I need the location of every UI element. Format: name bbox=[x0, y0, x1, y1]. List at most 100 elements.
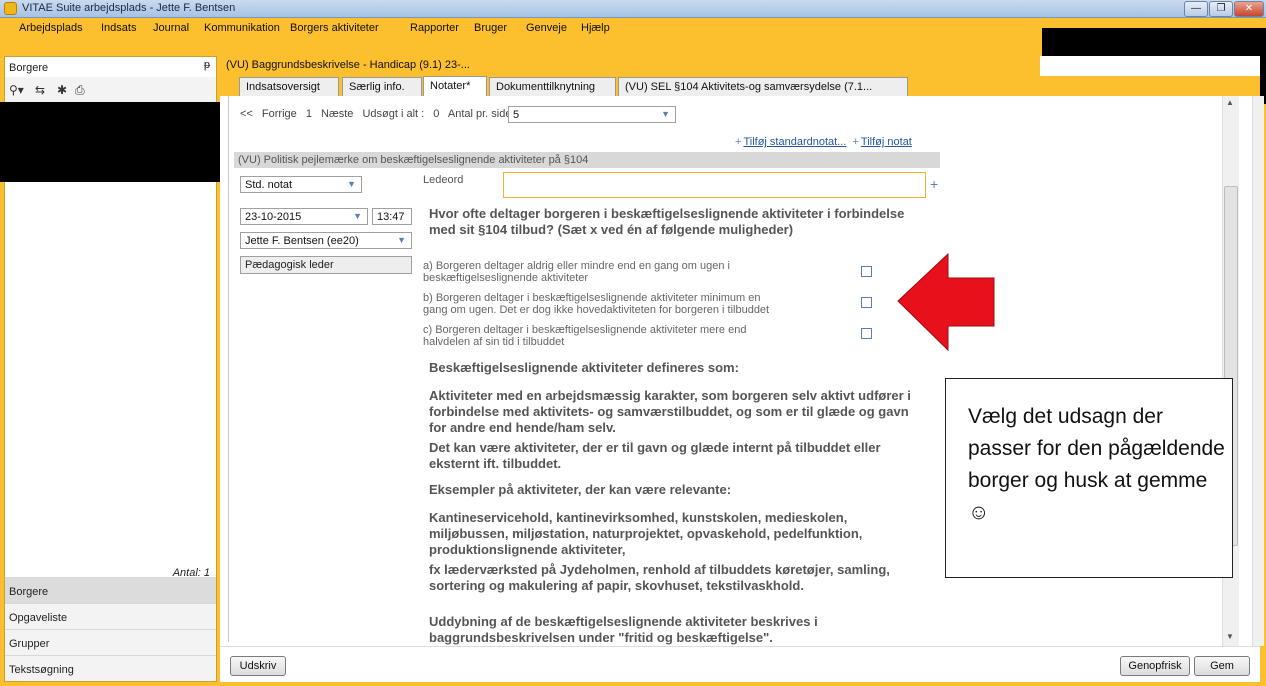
pager-udsogt-label: Udsøgt i alt : bbox=[362, 108, 425, 120]
internal-external-text: Det kan være aktiviteter, der er til gav… bbox=[429, 440, 881, 471]
ledeord-input[interactable] bbox=[503, 172, 926, 198]
window-title: VITAE Suite arbejdsplads - Jette F. Bent… bbox=[22, 2, 236, 14]
add-note-links: + Tilføj standardnotat... + Tilføj notat bbox=[735, 136, 912, 148]
left-panel-title: Borgere bbox=[9, 62, 49, 74]
pager-page: 1 bbox=[305, 108, 312, 120]
examples-heading: Eksempler på aktiviteter, der kan være r… bbox=[429, 482, 732, 497]
note-type-select[interactable]: Std. notat ▼ bbox=[240, 176, 362, 193]
menu-arbejdsplads[interactable]: Arbejdsplads bbox=[19, 22, 83, 34]
menu-indsats[interactable]: Indsats bbox=[101, 22, 136, 34]
date-picker[interactable]: 23-10-2015 ▼ bbox=[240, 208, 368, 225]
add-standard-note-link[interactable]: Tilføj standardnotat... bbox=[743, 136, 846, 148]
author-select[interactable]: Jette F. Bentsen (ee20) ▼ bbox=[240, 232, 412, 249]
add-note-link[interactable]: Tilføj notat bbox=[861, 136, 912, 148]
pin-tool-icon[interactable]: ✱ bbox=[57, 83, 67, 97]
plus-icon: + bbox=[735, 136, 742, 148]
refresh-button[interactable]: Genopfrisk bbox=[1120, 656, 1190, 676]
left-panel-toolbar: ⚲▾ ⇆ ✱ ⎙ bbox=[5, 77, 216, 103]
note-type-value: Std. notat bbox=[245, 179, 293, 191]
restore-button[interactable]: ❐ bbox=[1209, 1, 1233, 17]
option-c-line1: c) Borgeren deltager i beskæftigelseslig… bbox=[423, 324, 747, 336]
option-b-line1: b) Borgeren deltager i beskæftigelseslig… bbox=[423, 292, 761, 304]
tab-saerlig-info[interactable]: Særlig info. bbox=[342, 77, 422, 96]
definition-heading: Beskæftigelseslignende aktiviteter defin… bbox=[429, 360, 739, 375]
left-panel-header: Borgere ᵽ bbox=[5, 57, 216, 77]
note-section-header: (VU) Politisk pejlemærke om beskæftigels… bbox=[234, 152, 940, 168]
time-field[interactable]: 13:47 bbox=[372, 208, 412, 225]
menu-hjaelp[interactable]: Hjælp bbox=[581, 22, 610, 34]
pager-antal-label: Antal pr. side bbox=[447, 108, 512, 120]
document-title: (VU) Baggrundsbeskrivelse - Handicap (9.… bbox=[226, 59, 470, 71]
pager: << Forrige 1 Næste Udsøgt i alt : 0 Anta… bbox=[240, 108, 517, 120]
menu-bruger[interactable]: Bruger bbox=[474, 22, 507, 34]
definition-text: Aktiviteter med en arbejdsmæssig karakte… bbox=[429, 388, 911, 435]
menu-genveje[interactable]: Genveje bbox=[526, 22, 567, 34]
examples-list-cont: fx læderværksted på Jydeholmen, renhold … bbox=[429, 562, 890, 593]
ledeord-label: Ledeord bbox=[423, 174, 464, 186]
outer-scrollbar[interactable] bbox=[1252, 96, 1264, 646]
option-c-checkbox[interactable] bbox=[861, 328, 872, 339]
chevron-down-icon: ▼ bbox=[661, 109, 670, 119]
menu-bar: Arbejdsplads Indsats Journal Kommunikati… bbox=[0, 18, 1040, 38]
note-question: Hvor ofte deltager borgeren i beskæftige… bbox=[429, 206, 905, 237]
plus-icon: + bbox=[852, 136, 859, 148]
nav-grupper[interactable]: Grupper bbox=[5, 629, 216, 655]
save-button[interactable]: Gem bbox=[1194, 656, 1250, 676]
tab-dokumenttilknytning[interactable]: Dokumenttilknytning bbox=[489, 77, 616, 96]
option-a-line1: a) Borgeren deltager aldrig eller mindre… bbox=[423, 260, 730, 272]
pager-udsogt-value: 0 bbox=[433, 108, 440, 120]
bottom-bar: Udskriv Genopfrisk Gem bbox=[220, 646, 1260, 682]
date-value: 23-10-2015 bbox=[245, 211, 302, 223]
window-titlebar: VITAE Suite arbejdsplads - Jette F. Bent… bbox=[0, 0, 1266, 18]
refresh-icon[interactable]: ⇆ bbox=[35, 83, 45, 97]
option-b: b) Borgeren deltager i beskæftigelseslig… bbox=[423, 292, 823, 316]
redacted-area bbox=[0, 102, 228, 182]
tab-notater[interactable]: Notater* bbox=[423, 76, 487, 96]
instruction-text: Vælg det udsagn der passer for den pågæl… bbox=[968, 405, 1225, 524]
antal-pr-side-value: 5 bbox=[513, 109, 520, 121]
menu-rapporter[interactable]: Rapporter bbox=[410, 22, 459, 34]
binoculars-icon[interactable]: ⚲▾ bbox=[9, 83, 24, 97]
nav-borgere[interactable]: Borgere bbox=[5, 577, 216, 603]
add-ledeord-icon[interactable]: + bbox=[930, 176, 938, 192]
option-b-line2: gang om ugen. Det er dog ikke hovedaktiv… bbox=[423, 304, 770, 316]
chevron-down-icon: ▼ bbox=[347, 179, 356, 189]
print-button[interactable]: Udskriv bbox=[230, 656, 286, 676]
pin-icon[interactable]: ᵽ bbox=[204, 59, 210, 71]
tab-sel-104[interactable]: (VU) SEL §104 Aktivitets-og samværsydels… bbox=[618, 77, 908, 96]
option-c: c) Borgeren deltager i beskæftigelseslig… bbox=[423, 324, 823, 348]
scroll-up-icon[interactable]: ▲ bbox=[1226, 98, 1234, 107]
menu-borgers-aktiviteter[interactable]: Borgers aktiviteter bbox=[290, 22, 379, 34]
app-icon bbox=[4, 2, 17, 15]
option-a-line2: beskæftigelseslignende aktiviteter bbox=[423, 272, 589, 284]
nav-opgaveliste[interactable]: Opgaveliste bbox=[5, 603, 216, 629]
main-area: (VU) Baggrundsbeskrivelse - Handicap (9.… bbox=[220, 56, 1260, 682]
content-divider bbox=[228, 96, 229, 642]
option-a-checkbox[interactable] bbox=[861, 266, 872, 277]
tab-indsatsoversigt[interactable]: Indsatsoversigt bbox=[239, 77, 339, 96]
menu-kommunikation[interactable]: Kommunikation bbox=[204, 22, 280, 34]
close-button[interactable]: ✕ bbox=[1234, 1, 1264, 17]
pager-prev[interactable]: Forrige bbox=[262, 108, 297, 120]
elaboration-text: Uddybning af de beskæftigelseslignende a… bbox=[429, 614, 818, 645]
minimize-button[interactable]: — bbox=[1184, 1, 1208, 17]
arrow-shape bbox=[897, 252, 995, 352]
instruction-callout: Vælg det udsagn der passer for den pågæl… bbox=[945, 378, 1233, 578]
option-a: a) Borgeren deltager aldrig eller mindre… bbox=[423, 260, 823, 284]
chevron-down-icon: ▼ bbox=[397, 235, 406, 245]
author-value: Jette F. Bentsen (ee20) bbox=[245, 235, 359, 247]
document-header: (VU) Baggrundsbeskrivelse - Handicap (9.… bbox=[220, 56, 1040, 76]
tab-bar: Indsatsoversigt Særlig info. Notater* Do… bbox=[220, 76, 1260, 96]
pager-first[interactable]: << bbox=[240, 108, 253, 120]
option-b-checkbox[interactable] bbox=[861, 297, 872, 308]
antal-pr-side-select[interactable]: 5 ▼ bbox=[508, 106, 676, 123]
red-arrow-annotation bbox=[897, 252, 995, 352]
pager-next[interactable]: Næste bbox=[321, 108, 353, 120]
print-icon[interactable]: ⎙ bbox=[75, 83, 85, 98]
scroll-down-icon[interactable]: ▼ bbox=[1226, 632, 1234, 641]
option-c-line2: halvdelen af sin tid i tilbuddet bbox=[423, 336, 565, 348]
nav-tekstsoegning[interactable]: Tekstsøgning bbox=[5, 655, 216, 681]
role-field: Pædagogisk leder bbox=[240, 256, 412, 274]
examples-list: Kantineservicehold, kantinevirksomhed, k… bbox=[429, 510, 863, 557]
menu-journal[interactable]: Journal bbox=[153, 22, 189, 34]
